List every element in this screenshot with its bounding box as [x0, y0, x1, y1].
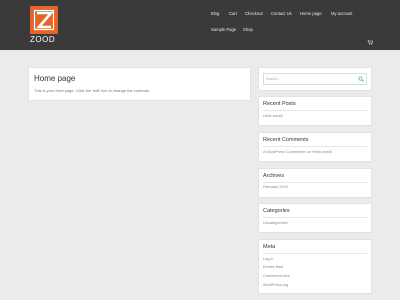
- divider: [263, 146, 367, 147]
- recent-comment-link[interactable]: A WordPress Commenter on Hello world!: [263, 150, 332, 154]
- categories-title: Categories: [263, 208, 290, 214]
- meta-link-wordpress-org[interactable]: WordPress.org: [263, 283, 288, 287]
- recent-post-link[interactable]: Hello world!: [263, 114, 283, 118]
- divider: [263, 253, 367, 254]
- category-link[interactable]: Uncategorized: [263, 221, 287, 225]
- site-header: [0, 0, 400, 50]
- cart-icon[interactable]: [367, 39, 373, 45]
- nav-item-checkout[interactable]: Checkout: [245, 11, 263, 16]
- page-body-text: This is your front page. Click the 'edit…: [34, 88, 151, 93]
- nav-item-shop[interactable]: Shop: [243, 27, 253, 32]
- archives-title: Archives: [263, 173, 285, 179]
- divider: [263, 217, 367, 218]
- page-title: Home page: [34, 74, 76, 83]
- meta-title: Meta: [263, 244, 276, 250]
- meta-link-comments-feed[interactable]: Comments feed: [263, 274, 290, 278]
- logo-text[interactable]: ZOOD: [30, 35, 55, 44]
- divider: [263, 182, 367, 183]
- search-icon[interactable]: [358, 76, 364, 82]
- search-placeholder: Search...: [266, 77, 281, 81]
- nav-item-home-page[interactable]: Home page: [300, 11, 322, 16]
- recent-posts-title: Recent Posts: [263, 101, 296, 107]
- site-logo[interactable]: [30, 6, 58, 34]
- main-content-card: [28, 67, 251, 101]
- nav-item-sample-page[interactable]: Sample Page: [211, 27, 236, 32]
- logo-z-icon: [33, 9, 55, 31]
- nav-item-contact-us[interactable]: Contact Us: [271, 11, 292, 16]
- nav-item-my-account[interactable]: My account: [331, 11, 352, 16]
- divider: [263, 110, 367, 111]
- archive-link[interactable]: February 2016: [263, 185, 288, 189]
- meta-link-log-in[interactable]: Log in: [263, 257, 273, 261]
- recent-comments-title: Recent Comments: [263, 137, 309, 143]
- nav-item-blog[interactable]: Blog: [211, 11, 219, 16]
- nav-item-cart[interactable]: Cart: [229, 11, 237, 16]
- meta-link-entries-feed[interactable]: Entries feed: [263, 265, 283, 269]
